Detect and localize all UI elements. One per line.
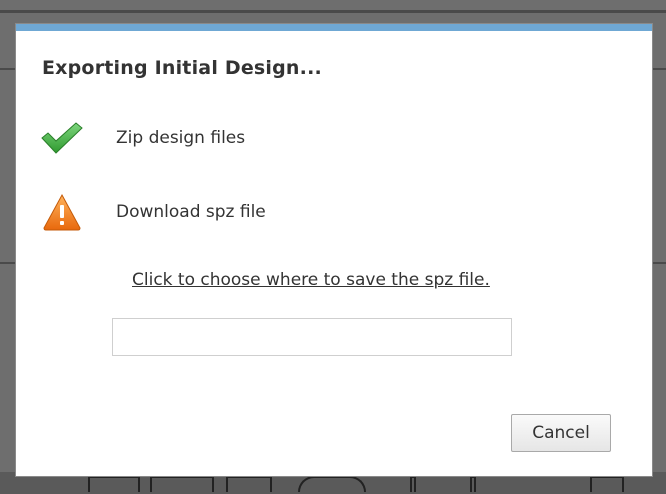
choose-save-location-link[interactable]: Click to choose where to save the spz fi… [132,270,490,290]
background-shape [226,476,272,492]
step-label: Zip design files [116,128,246,148]
step-zip-design-files: Zip design files [38,117,245,159]
checkmark-icon [38,117,86,159]
export-progress-dialog: Exporting Initial Design... Zip design f… [16,24,652,476]
background-shape [298,476,366,492]
step-download-spz-file: Download spz file [38,191,266,233]
warning-icon [38,191,86,233]
cancel-button[interactable]: Cancel [511,414,611,452]
background-shape [470,476,476,492]
background-shape [590,476,624,492]
dialog-title: Exporting Initial Design... [42,57,322,79]
step-label: Download spz file [116,202,266,222]
save-path-field[interactable] [112,318,512,356]
background-shape [410,476,416,492]
background-divider [0,10,666,13]
background-shape [150,476,214,492]
background-shape [88,476,140,492]
